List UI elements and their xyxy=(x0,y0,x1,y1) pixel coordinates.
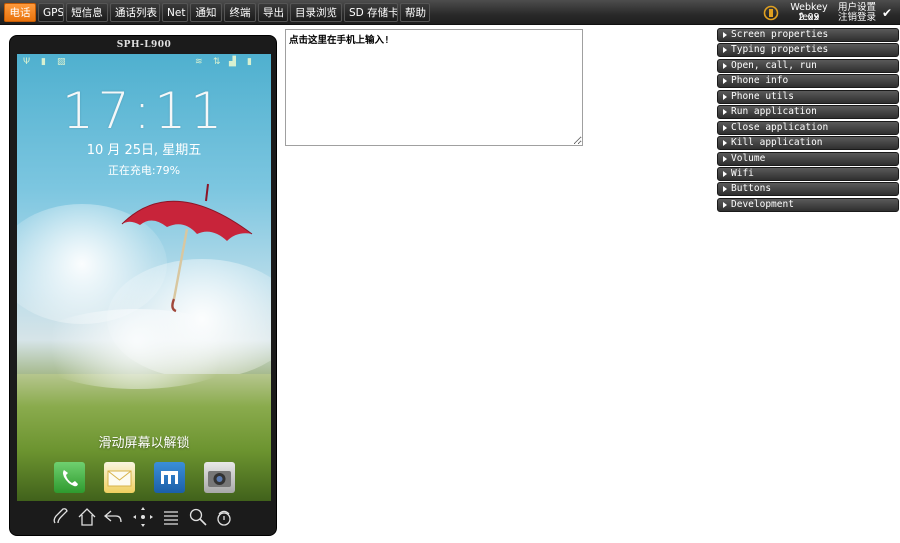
phone-status-bar: Ψ ▮ ▧ ≋ ⇅ ▟ ▮ xyxy=(17,54,271,70)
expand-triangle-icon xyxy=(723,201,727,208)
expand-triangle-icon xyxy=(723,62,727,69)
lockscreen-clock: 17:11 xyxy=(61,82,227,140)
tab-gps[interactable]: GPS xyxy=(38,3,64,22)
tab-phone[interactable]: 电话 xyxy=(4,3,36,22)
phone-model-label: SPH-L900 xyxy=(116,40,172,50)
menu-item-kill-application[interactable]: Kill application xyxy=(717,136,899,151)
menu-item-label: Close application xyxy=(731,121,829,133)
call-button[interactable] xyxy=(50,506,72,528)
phone-input-textarea[interactable]: 点击这里在手机上输入! xyxy=(285,29,583,146)
back-button[interactable] xyxy=(102,506,124,528)
menu-item-label: Screen properties xyxy=(731,29,829,40)
username: fexx xyxy=(798,12,820,23)
menu-item-phone-info[interactable]: Phone info xyxy=(717,74,899,89)
menu-item-phone-utils[interactable]: Phone utils xyxy=(717,89,899,104)
menu-item-close-application[interactable]: Close application xyxy=(717,120,899,135)
menu-item-run-application[interactable]: Run application xyxy=(717,105,899,120)
dpad-button[interactable] xyxy=(132,506,154,528)
menu-item-typing-properties[interactable]: Typing properties xyxy=(717,43,899,58)
expand-triangle-icon xyxy=(723,186,727,193)
tab-call-list[interactable]: 通话列表 xyxy=(110,3,160,22)
phone-app-icon[interactable] xyxy=(54,462,85,493)
messages-app-icon[interactable] xyxy=(104,462,135,493)
home-button[interactable] xyxy=(76,506,98,528)
top-navigation-bar: 电话 GPS 短信息 通话列表 Net 通知 终端 导出 目录浏览 SD 存储卡… xyxy=(0,0,900,25)
menu-item-label: Wifi xyxy=(731,167,754,179)
tab-notifications[interactable]: 通知 xyxy=(190,3,222,22)
search-button[interactable] xyxy=(187,506,209,528)
maxthon-app-icon[interactable] xyxy=(154,462,185,493)
menu-item-label: Phone info xyxy=(731,75,789,87)
expand-triangle-icon xyxy=(723,124,727,131)
menu-item-label: Kill application xyxy=(731,137,823,149)
phone-navigation-buttons xyxy=(50,506,238,528)
image-icon: ▧ xyxy=(57,57,66,67)
camera-app-icon[interactable] xyxy=(204,462,235,493)
expand-triangle-icon xyxy=(723,32,727,38)
sd-icon: ▮ xyxy=(41,57,46,67)
menu-item-label: Development xyxy=(731,198,794,210)
umbrella-image xyxy=(121,183,253,313)
menu-item-development[interactable]: Development xyxy=(717,197,899,212)
expand-triangle-icon xyxy=(723,93,727,100)
menu-item-buttons[interactable]: Buttons xyxy=(717,182,899,197)
tab-terminal[interactable]: 终端 xyxy=(224,3,256,22)
tab-sms[interactable]: 短信息 xyxy=(66,3,108,22)
menu-item-screen-properties[interactable]: Screen properties xyxy=(717,28,899,42)
tab-net[interactable]: Net xyxy=(162,3,188,22)
lockscreen-date: 10 月 25日, 星期五 xyxy=(86,143,202,158)
phone-frame: SPH-L900 Ψ ▮ ▧ ≋ ⇅ ▟ ▮ 17:11 10 月 25日, 星… xyxy=(9,35,277,536)
sync-icon: ⇅ xyxy=(213,57,221,67)
menu-button[interactable] xyxy=(160,506,182,528)
expand-triangle-icon xyxy=(723,170,727,177)
expand-triangle-icon xyxy=(723,47,727,54)
charging-status: 正在充电:79% xyxy=(107,164,181,177)
menu-item-label: Open, call, run xyxy=(731,59,817,71)
menu-item-label: Typing properties xyxy=(731,44,829,56)
logout-link[interactable]: 注销登录 xyxy=(838,13,880,23)
expand-triangle-icon xyxy=(723,155,727,162)
wifi-icon: ≋ xyxy=(195,57,203,67)
tab-export[interactable]: 导出 xyxy=(258,3,288,22)
menu-item-wifi[interactable]: Wifi xyxy=(717,166,899,181)
expand-triangle-icon xyxy=(723,78,727,85)
side-menu: Screen properties Typing properties Open… xyxy=(717,28,899,213)
menu-item-volume[interactable]: Volume xyxy=(717,151,899,166)
menu-item-label: Phone utils xyxy=(731,90,794,102)
tab-sd-card[interactable]: SD 存储卡 xyxy=(344,3,398,22)
checkmark-icon[interactable]: ✔ xyxy=(882,6,892,20)
tab-file-browser[interactable]: 目录浏览 xyxy=(290,3,342,22)
usb-icon: Ψ xyxy=(23,57,31,67)
menu-item-open-call-run[interactable]: Open, call, run xyxy=(717,58,899,73)
battery-icon: ▮ xyxy=(247,57,252,67)
expand-triangle-icon xyxy=(723,140,727,147)
webkey-logo-icon xyxy=(763,5,779,21)
phone-screen[interactable]: Ψ ▮ ▧ ≋ ⇅ ▟ ▮ 17:11 10 月 25日, 星期五 正在充电:7… xyxy=(17,54,271,501)
signal-icon: ▟ xyxy=(229,57,236,67)
tab-help[interactable]: 帮助 xyxy=(400,3,430,22)
end-call-button[interactable] xyxy=(213,506,235,528)
menu-item-label: Run application xyxy=(731,106,817,118)
unlock-hint: 滑动屏幕以解锁 xyxy=(98,436,190,451)
menu-item-label: Buttons xyxy=(731,183,772,195)
expand-triangle-icon xyxy=(723,109,727,116)
cloud-decoration xyxy=(27,309,247,389)
menu-item-label: Volume xyxy=(731,152,766,164)
